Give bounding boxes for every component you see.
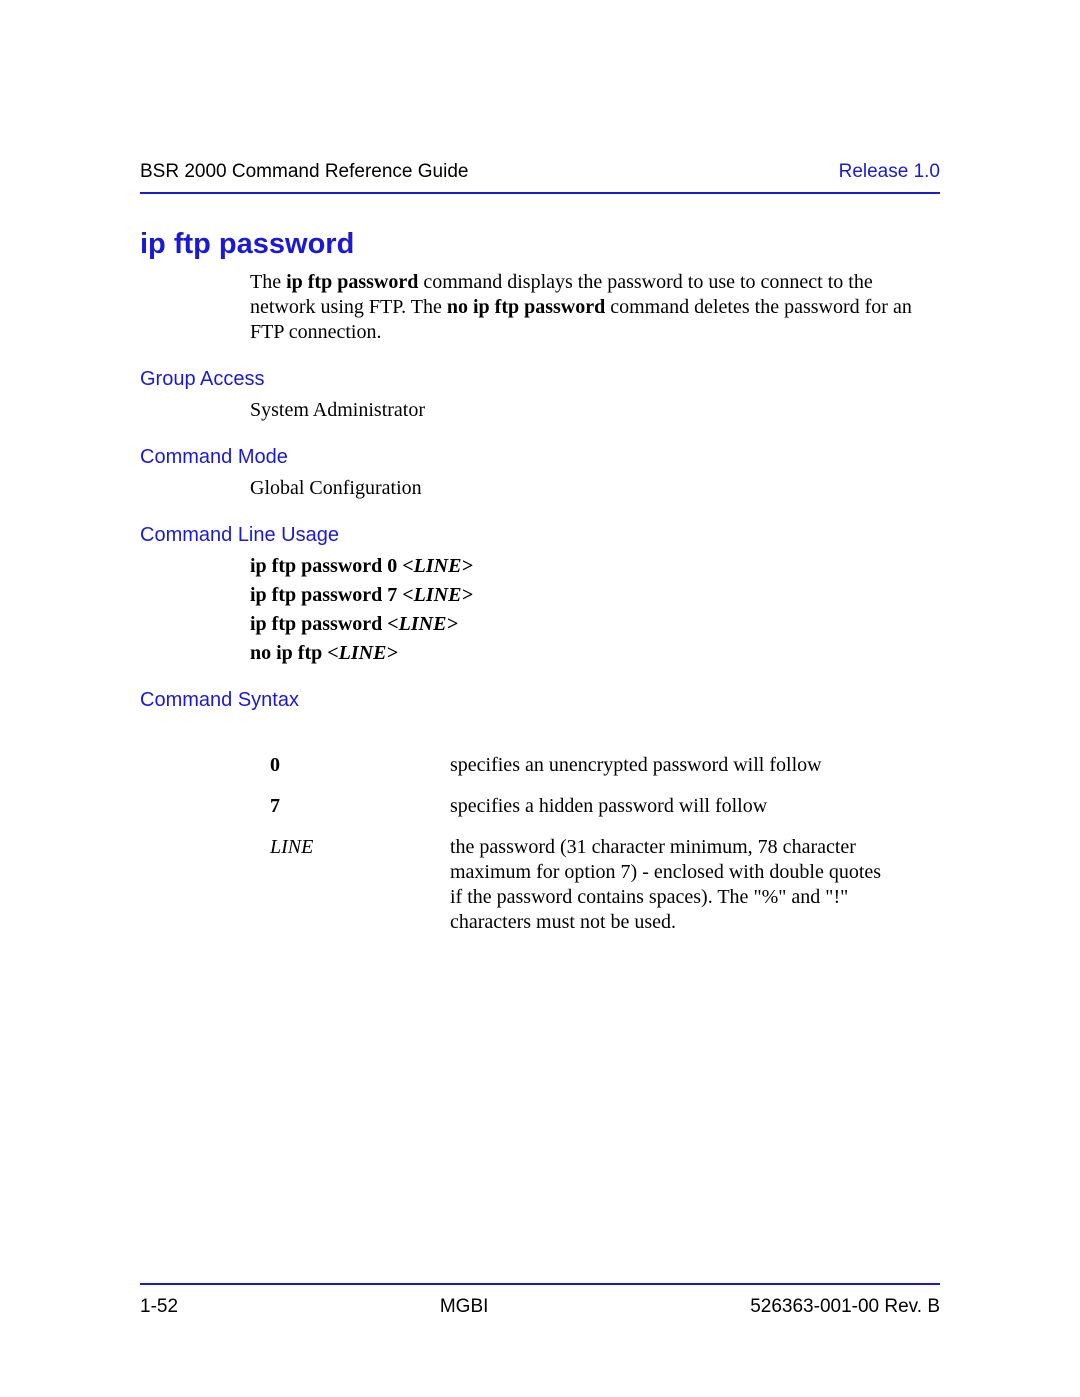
header-guide-title: BSR 2000 Command Reference Guide: [140, 160, 468, 184]
usage-italic: <LINE>: [327, 642, 398, 664]
syntax-row: 0 specifies an unencrypted password will…: [270, 753, 890, 778]
intro-paragraph: The ip ftp password command displays the…: [250, 270, 930, 345]
command-title: ip ftp password: [140, 226, 940, 262]
command-line-usage-label: Command Line Usage: [140, 523, 940, 548]
intro-text: The: [250, 271, 286, 293]
usage-line: ip ftp password 7 <LINE>: [250, 583, 930, 608]
intro-cmd2: no ip ftp password: [447, 296, 605, 318]
syntax-desc: the password (31 character minimum, 78 c…: [450, 835, 890, 935]
syntax-key: 0: [270, 753, 450, 778]
syntax-row: LINE the password (31 character minimum,…: [270, 835, 890, 935]
usage-line: no ip ftp <LINE>: [250, 641, 930, 666]
document-page: BSR 2000 Command Reference Guide Release…: [0, 0, 1080, 1397]
usage-bold: no ip ftp: [250, 642, 327, 664]
command-mode-label: Command Mode: [140, 445, 940, 470]
syntax-desc: specifies an unencrypted password will f…: [450, 753, 890, 778]
usage-bold: ip ftp password: [250, 613, 387, 635]
usage-line: ip ftp password 0 <LINE>: [250, 554, 930, 579]
command-syntax-label: Command Syntax: [140, 688, 940, 713]
command-mode-value: Global Configuration: [250, 476, 930, 501]
group-access-value: System Administrator: [250, 398, 930, 423]
syntax-row: 7 specifies a hidden password will follo…: [270, 794, 890, 819]
group-access-label: Group Access: [140, 367, 940, 392]
usage-italic: <LINE>: [387, 613, 458, 635]
header-rule: [140, 192, 940, 194]
footer-page-number: 1-52: [140, 1295, 178, 1319]
syntax-desc: specifies a hidden password will follow: [450, 794, 890, 819]
syntax-table: 0 specifies an unencrypted password will…: [270, 753, 890, 935]
usage-lines: ip ftp password 0 <LINE> ip ftp password…: [250, 554, 930, 666]
footer-doc-id: 526363-001-00 Rev. B: [750, 1295, 940, 1319]
footer-rule: [140, 1283, 940, 1285]
syntax-key: 7: [270, 794, 450, 819]
syntax-key: LINE: [270, 835, 450, 935]
header-release: Release 1.0: [839, 160, 940, 184]
usage-italic: <LINE>: [402, 584, 473, 606]
usage-line: ip ftp password <LINE>: [250, 612, 930, 637]
footer-center: MGBI: [440, 1295, 489, 1319]
page-header: BSR 2000 Command Reference Guide Release…: [140, 160, 940, 192]
page-footer: 1-52 MGBI 526363-001-00 Rev. B: [140, 1283, 940, 1319]
usage-bold: ip ftp password 7: [250, 584, 402, 606]
intro-cmd1: ip ftp password: [286, 271, 418, 293]
usage-bold: ip ftp password 0: [250, 555, 402, 577]
usage-italic: <LINE>: [402, 555, 473, 577]
